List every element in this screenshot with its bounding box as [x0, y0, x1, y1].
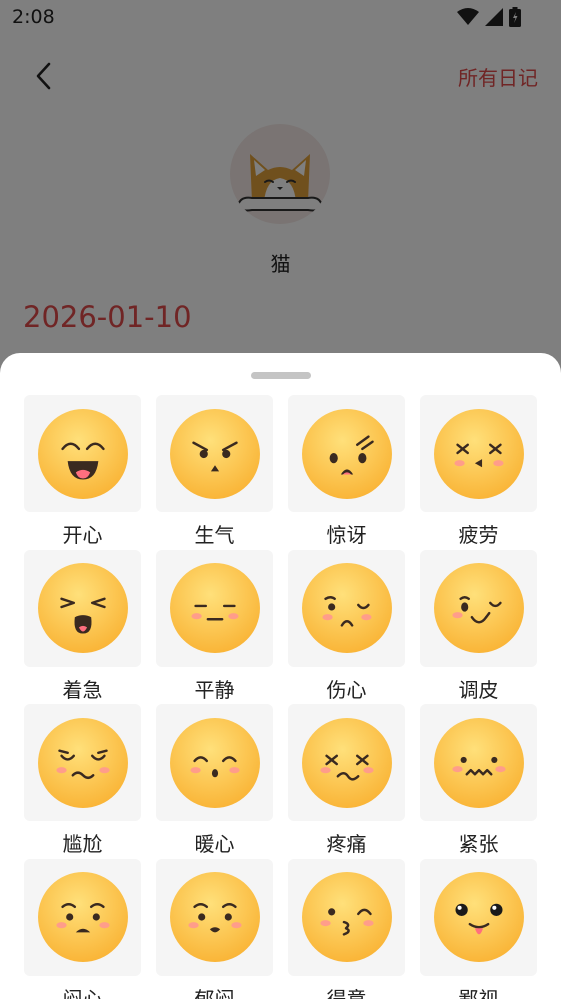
mood-option[interactable]: .s{fill:none;stroke:#3a2a20;stroke-width… — [420, 858, 537, 999]
mood-option[interactable]: .s{fill:none;stroke:#3a2a20;stroke-width… — [288, 704, 405, 857]
mood-option[interactable]: .s{fill:none;stroke:#3a2a20;stroke-width… — [24, 549, 141, 703]
mood-option[interactable]: .s{fill:none;stroke:#3a2a20;stroke-width… — [156, 704, 273, 857]
mood-tile[interactable]: .s{fill:none;stroke:#3a2a20;stroke-width… — [24, 395, 141, 512]
mood-label: 惊讶 — [326, 523, 367, 547]
mood-tile[interactable]: .s{fill:none;stroke:#3a2a20;stroke-width… — [156, 704, 273, 821]
naughty-face-icon: .s{fill:none;stroke:#3a2a20;stroke-width… — [433, 563, 524, 653]
drag-handle[interactable] — [251, 372, 311, 379]
mood-label: 疼痛 — [326, 832, 367, 856]
mood-tile[interactable]: .s{fill:none;stroke:#3a2a20;stroke-width… — [24, 549, 141, 667]
mood-tile[interactable]: .s{fill:none;stroke:#3a2a20;stroke-width… — [288, 704, 405, 821]
mood-label: 伤心 — [326, 677, 367, 702]
contempt-face-icon: .s{fill:none;stroke:#3a2a20;stroke-width… — [433, 872, 524, 962]
mood-tile[interactable]: .s{fill:none;stroke:#3a2a20;stroke-width… — [420, 395, 537, 512]
mood-option[interactable]: .s{fill:none;stroke:#3a2a20;stroke-width… — [288, 549, 405, 703]
mood-option[interactable]: .s{fill:none;stroke:#3a2a20;stroke-width… — [24, 704, 141, 857]
mood-label: 着急 — [62, 677, 103, 702]
mood-picker-sheet: .s{fill:none;stroke:#3a2a20;stroke-width… — [0, 353, 561, 999]
mood-option[interactable]: .s{fill:none;stroke:#3a2a20;stroke-width… — [420, 395, 537, 548]
mood-label: 得意 — [326, 986, 367, 999]
mood-option[interactable]: .s{fill:none;stroke:#3a2a20;stroke-width… — [288, 395, 405, 548]
calm-face-icon: .s{fill:none;stroke:#3a2a20;stroke-width… — [169, 563, 260, 653]
nervous-face-icon: .s{fill:none;stroke:#3a2a20;stroke-width… — [433, 717, 524, 808]
depressed-face-icon: .s{fill:none;stroke:#3a2a20;stroke-width… — [169, 872, 260, 962]
mood-tile[interactable]: .s{fill:none;stroke:#3a2a20;stroke-width… — [420, 858, 537, 976]
mood-label: 调皮 — [458, 677, 499, 702]
mood-option[interactable]: .s{fill:none;stroke:#3a2a20;stroke-width… — [420, 704, 537, 857]
mood-tile[interactable]: .s{fill:none;stroke:#3a2a20;stroke-width… — [420, 549, 537, 667]
mood-option[interactable]: .s{fill:none;stroke:#3a2a20;stroke-width… — [288, 858, 405, 999]
mood-tile[interactable]: .s{fill:none;stroke:#3a2a20;stroke-width… — [288, 858, 405, 976]
mood-label: 暖心 — [194, 832, 235, 856]
tired-face-icon: .s{fill:none;stroke:#3a2a20;stroke-width… — [433, 408, 524, 499]
worried-face-icon: .s{fill:none;stroke:#3a2a20;stroke-width… — [37, 872, 128, 962]
mood-label: 尴尬 — [62, 832, 103, 856]
mood-tile[interactable]: .s{fill:none;stroke:#3a2a20;stroke-width… — [24, 858, 141, 976]
surprised-face-icon: .s{fill:none;stroke:#3a2a20;stroke-width… — [301, 408, 392, 499]
anxious-face-icon: .s{fill:none;stroke:#3a2a20;stroke-width… — [37, 563, 128, 653]
smug-face-icon: .s{fill:none;stroke:#3a2a20;stroke-width… — [301, 872, 392, 962]
mood-tile[interactable]: .s{fill:none;stroke:#3a2a20;stroke-width… — [420, 704, 537, 821]
angry-face-icon: .s{fill:none;stroke:#3a2a20;stroke-width… — [169, 408, 260, 499]
mood-label: 紧张 — [458, 832, 499, 856]
mood-tile[interactable]: .s{fill:none;stroke:#3a2a20;stroke-width… — [288, 549, 405, 667]
mood-label: 平静 — [194, 677, 235, 702]
mood-tile[interactable]: .s{fill:none;stroke:#3a2a20;stroke-width… — [24, 704, 141, 821]
mood-option[interactable]: .s{fill:none;stroke:#3a2a20;stroke-width… — [156, 858, 273, 999]
mood-label: 鄙视 — [458, 986, 499, 999]
mood-option[interactable]: .s{fill:none;stroke:#3a2a20;stroke-width… — [156, 549, 273, 703]
mood-tile[interactable]: .s{fill:none;stroke:#3a2a20;stroke-width… — [156, 395, 273, 512]
mood-tile[interactable]: .s{fill:none;stroke:#3a2a20;stroke-width… — [156, 549, 273, 667]
mood-label: 疲劳 — [458, 523, 499, 547]
mood-label: 生气 — [194, 523, 235, 547]
mood-tile[interactable]: .s{fill:none;stroke:#3a2a20;stroke-width… — [156, 858, 273, 976]
mood-label: 郁闷 — [194, 986, 235, 999]
mood-label: 开心 — [62, 523, 103, 547]
warm-face-icon: .s{fill:none;stroke:#3a2a20;stroke-width… — [169, 717, 260, 808]
mood-label: 闷心 — [62, 986, 103, 999]
pain-face-icon: .s{fill:none;stroke:#3a2a20;stroke-width… — [301, 717, 392, 808]
awkward-face-icon: .s{fill:none;stroke:#3a2a20;stroke-width… — [37, 717, 128, 808]
mood-option[interactable]: .s{fill:none;stroke:#3a2a20;stroke-width… — [24, 395, 141, 548]
mood-option[interactable]: .s{fill:none;stroke:#3a2a20;stroke-width… — [420, 549, 537, 703]
sad-face-icon: .s{fill:none;stroke:#3a2a20;stroke-width… — [301, 563, 392, 653]
mood-option[interactable]: .s{fill:none;stroke:#3a2a20;stroke-width… — [24, 858, 141, 999]
mood-tile[interactable]: .s{fill:none;stroke:#3a2a20;stroke-width… — [288, 395, 405, 512]
mood-option[interactable]: .s{fill:none;stroke:#3a2a20;stroke-width… — [156, 395, 273, 548]
happy-face-icon: .s{fill:none;stroke:#3a2a20;stroke-width… — [37, 408, 128, 499]
